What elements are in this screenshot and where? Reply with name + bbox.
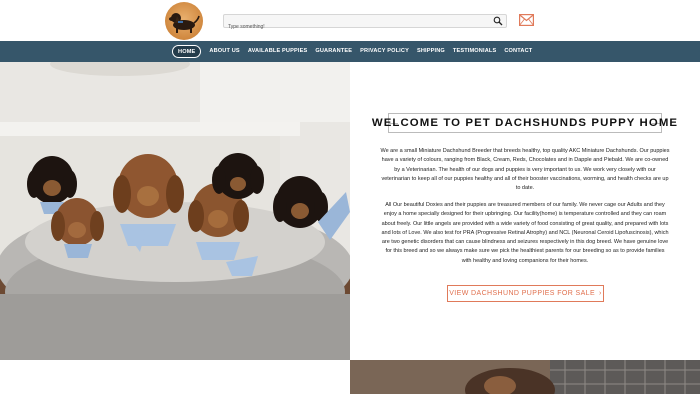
page-title: WELCOME TO PET DACHSHUNDS PUPPY HOME bbox=[371, 117, 679, 129]
nav-item-privacy-policy[interactable]: PRIVACY POLICY bbox=[360, 45, 409, 58]
welcome-section: WELCOME TO PET DACHSHUNDS PUPPY HOME We … bbox=[350, 62, 700, 360]
nav-item-about-us[interactable]: ABOUT US bbox=[209, 45, 239, 58]
chevron-right-icon: › bbox=[599, 290, 602, 297]
family-paragraph: All Our beautiful Doxies and their puppi… bbox=[381, 202, 669, 264]
welcome-heading-box: WELCOME TO PET DACHSHUNDS PUPPY HOME bbox=[372, 113, 677, 133]
view-puppies-button[interactable]: VIEW DACHSHUND PUPPIES FOR SALE › bbox=[447, 285, 604, 302]
secondary-puppy-image bbox=[350, 360, 700, 394]
nav-item-available-puppies[interactable]: AVAILABLE PUPPIES bbox=[248, 45, 308, 58]
envelope-icon[interactable] bbox=[519, 14, 534, 26]
main-navigation: HOME ABOUT US AVAILABLE PUPPIES GUARANTE… bbox=[0, 41, 700, 62]
nav-item-home[interactable]: HOME bbox=[172, 45, 202, 58]
search-icon[interactable] bbox=[493, 16, 503, 26]
search-box bbox=[223, 14, 507, 33]
nav-item-testimonials[interactable]: TESTIMONIALS bbox=[453, 45, 496, 58]
search-input[interactable] bbox=[224, 21, 484, 33]
nav-item-shipping[interactable]: SHIPPING bbox=[417, 45, 445, 58]
intro-paragraph: We are a small Miniature Dachshund Breed… bbox=[380, 148, 670, 192]
site-header bbox=[0, 0, 700, 41]
view-puppies-label: VIEW DACHSHUND PUPPIES FOR SALE bbox=[449, 290, 596, 297]
nav-item-guarantee[interactable]: GUARANTEE bbox=[315, 45, 352, 58]
dachshund-logo-icon[interactable] bbox=[165, 2, 203, 40]
nav-item-contact[interactable]: CONTACT bbox=[504, 45, 532, 58]
hero-puppies-image bbox=[0, 62, 350, 360]
